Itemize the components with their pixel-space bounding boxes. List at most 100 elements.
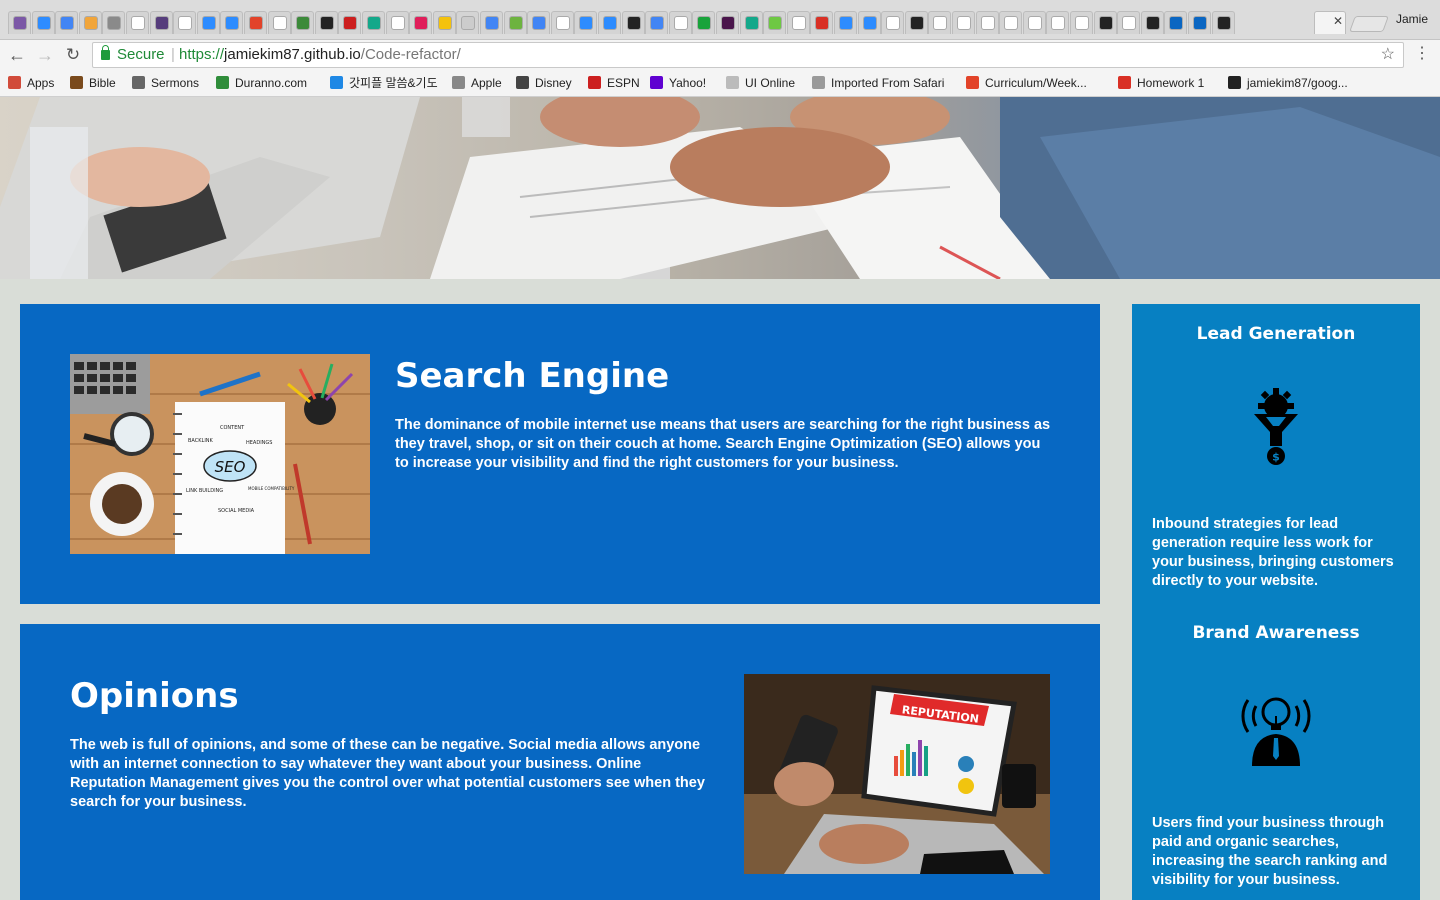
browser-tab[interactable] bbox=[362, 11, 385, 34]
tab-favicon-icon bbox=[107, 16, 121, 30]
browser-tab[interactable] bbox=[527, 11, 550, 34]
browser-tab[interactable] bbox=[1164, 11, 1187, 34]
close-icon[interactable]: ✕ bbox=[1333, 14, 1343, 28]
browser-tab[interactable] bbox=[905, 11, 928, 34]
bookmark-item[interactable]: Bible bbox=[70, 76, 116, 92]
svg-text:MOBILE COMPATIBILITY: MOBILE COMPATIBILITY bbox=[248, 486, 295, 491]
browser-tab[interactable] bbox=[787, 11, 810, 34]
tab-favicon-icon bbox=[509, 16, 523, 30]
browser-tab[interactable] bbox=[645, 11, 668, 34]
browser-tab[interactable] bbox=[79, 11, 102, 34]
browser-tab[interactable] bbox=[763, 11, 786, 34]
secure-label: Secure bbox=[117, 46, 165, 63]
reload-icon[interactable]: ↻ bbox=[62, 44, 84, 66]
browser-tab[interactable] bbox=[480, 11, 503, 34]
browser-tab[interactable] bbox=[102, 11, 125, 34]
browser-tab[interactable] bbox=[928, 11, 951, 34]
browser-tab[interactable] bbox=[716, 11, 739, 34]
browser-tab[interactable] bbox=[999, 11, 1022, 34]
profile-name[interactable]: Jamie bbox=[1396, 12, 1428, 26]
tab-favicon-icon bbox=[933, 16, 947, 30]
bookmark-item[interactable]: UI Online bbox=[726, 76, 795, 92]
bookmark-favicon-icon bbox=[726, 76, 739, 89]
bookmark-item[interactable]: Apple bbox=[452, 76, 502, 92]
browser-tab[interactable] bbox=[150, 11, 173, 34]
url-scheme: https:// bbox=[179, 46, 225, 63]
browser-tab[interactable] bbox=[834, 11, 857, 34]
browser-tab[interactable] bbox=[456, 11, 479, 34]
bookmark-item[interactable]: Yahoo! bbox=[650, 76, 706, 92]
browser-tab[interactable] bbox=[692, 11, 715, 34]
browser-tab[interactable] bbox=[433, 11, 456, 34]
new-tab-button[interactable] bbox=[1349, 16, 1389, 32]
browser-tab[interactable] bbox=[173, 11, 196, 34]
browser-tab[interactable] bbox=[55, 11, 78, 34]
browser-tab[interactable] bbox=[1188, 11, 1211, 34]
browser-tab[interactable] bbox=[1141, 11, 1164, 34]
bookmark-item[interactable]: Imported From Safari bbox=[812, 76, 944, 92]
browser-tab[interactable] bbox=[338, 11, 361, 34]
browser-tab[interactable] bbox=[409, 11, 432, 34]
browser-menu-icon[interactable]: ⋮ bbox=[1414, 43, 1430, 63]
bookmark-item[interactable]: 갓피플 말씀&기도 bbox=[330, 76, 438, 92]
url-text[interactable]: https://jamiekim87.github.io/Code-refact… bbox=[179, 43, 461, 67]
opinions-text: The web is full of opinions, and some of… bbox=[70, 737, 705, 810]
browser-tab[interactable] bbox=[386, 11, 409, 34]
tab-favicon-icon bbox=[343, 16, 357, 30]
browser-tab[interactable] bbox=[551, 11, 574, 34]
browser-tab[interactable] bbox=[598, 11, 621, 34]
browser-tab[interactable] bbox=[1023, 11, 1046, 34]
tab-favicon-icon bbox=[697, 16, 711, 30]
bookmark-item[interactable]: Apps bbox=[8, 76, 54, 92]
lead-generation-title: Lead Generation bbox=[1196, 324, 1356, 344]
bookmark-star-icon[interactable]: ☆ bbox=[1381, 43, 1395, 67]
bookmark-favicon-icon bbox=[1228, 76, 1241, 89]
browser-tab[interactable] bbox=[268, 11, 291, 34]
browser-tab[interactable] bbox=[126, 11, 149, 34]
reputation-image: REPUTATION bbox=[744, 674, 1050, 874]
browser-tab[interactable] bbox=[574, 11, 597, 34]
tab-favicon-icon bbox=[1099, 16, 1113, 30]
bookmark-label: 갓피플 말씀&기도 bbox=[349, 76, 438, 90]
browser-tab[interactable] bbox=[197, 11, 220, 34]
browser-tab[interactable] bbox=[1117, 11, 1140, 34]
browser-tab[interactable] bbox=[315, 11, 338, 34]
back-arrow-icon[interactable]: ← bbox=[6, 44, 28, 66]
tab-favicon-icon bbox=[1169, 16, 1183, 30]
browser-tab[interactable] bbox=[976, 11, 999, 34]
browser-tab[interactable] bbox=[220, 11, 243, 34]
address-bar[interactable]: Secure | https://jamiekim87.github.io/Co… bbox=[92, 42, 1404, 68]
browser-tab[interactable] bbox=[622, 11, 645, 34]
bookmark-item[interactable]: Duranno.com bbox=[216, 76, 307, 92]
tab-active[interactable]: ✕ bbox=[1314, 11, 1346, 34]
browser-tab[interactable] bbox=[1094, 11, 1117, 34]
bookmark-item[interactable]: jamiekim87/goog... bbox=[1228, 76, 1348, 92]
bookmark-item[interactable]: Sermons bbox=[132, 76, 199, 92]
browser-tab[interactable] bbox=[1070, 11, 1093, 34]
bookmark-item[interactable]: Homework 1 bbox=[1118, 76, 1204, 92]
browser-tab[interactable] bbox=[740, 11, 763, 34]
bookmark-item[interactable]: Curriculum/Week... bbox=[966, 76, 1087, 92]
browser-tab[interactable] bbox=[8, 11, 31, 34]
tab-favicon-icon bbox=[391, 16, 405, 30]
bookmark-item[interactable]: ESPN bbox=[588, 76, 640, 92]
browser-tab[interactable] bbox=[858, 11, 881, 34]
browser-tab[interactable] bbox=[504, 11, 527, 34]
bookmark-item[interactable]: Disney bbox=[516, 76, 572, 92]
lightbulb-broadcast-icon bbox=[1236, 686, 1316, 766]
browser-tab[interactable] bbox=[291, 11, 314, 34]
tab-favicon-icon bbox=[815, 16, 829, 30]
bookmark-favicon-icon bbox=[650, 76, 663, 89]
tab-favicon-icon bbox=[745, 16, 759, 30]
tab-favicon-icon bbox=[13, 16, 27, 30]
bookmark-label: Apps bbox=[27, 76, 55, 90]
browser-tab[interactable] bbox=[669, 11, 692, 34]
browser-tab[interactable] bbox=[32, 11, 55, 34]
browser-tab[interactable] bbox=[881, 11, 904, 34]
forward-arrow-icon[interactable]: → bbox=[34, 44, 56, 66]
browser-tab[interactable] bbox=[1212, 11, 1235, 34]
browser-tab[interactable] bbox=[1046, 11, 1069, 34]
browser-tab[interactable] bbox=[810, 11, 833, 34]
browser-tab[interactable] bbox=[244, 11, 267, 34]
browser-tab[interactable] bbox=[952, 11, 975, 34]
